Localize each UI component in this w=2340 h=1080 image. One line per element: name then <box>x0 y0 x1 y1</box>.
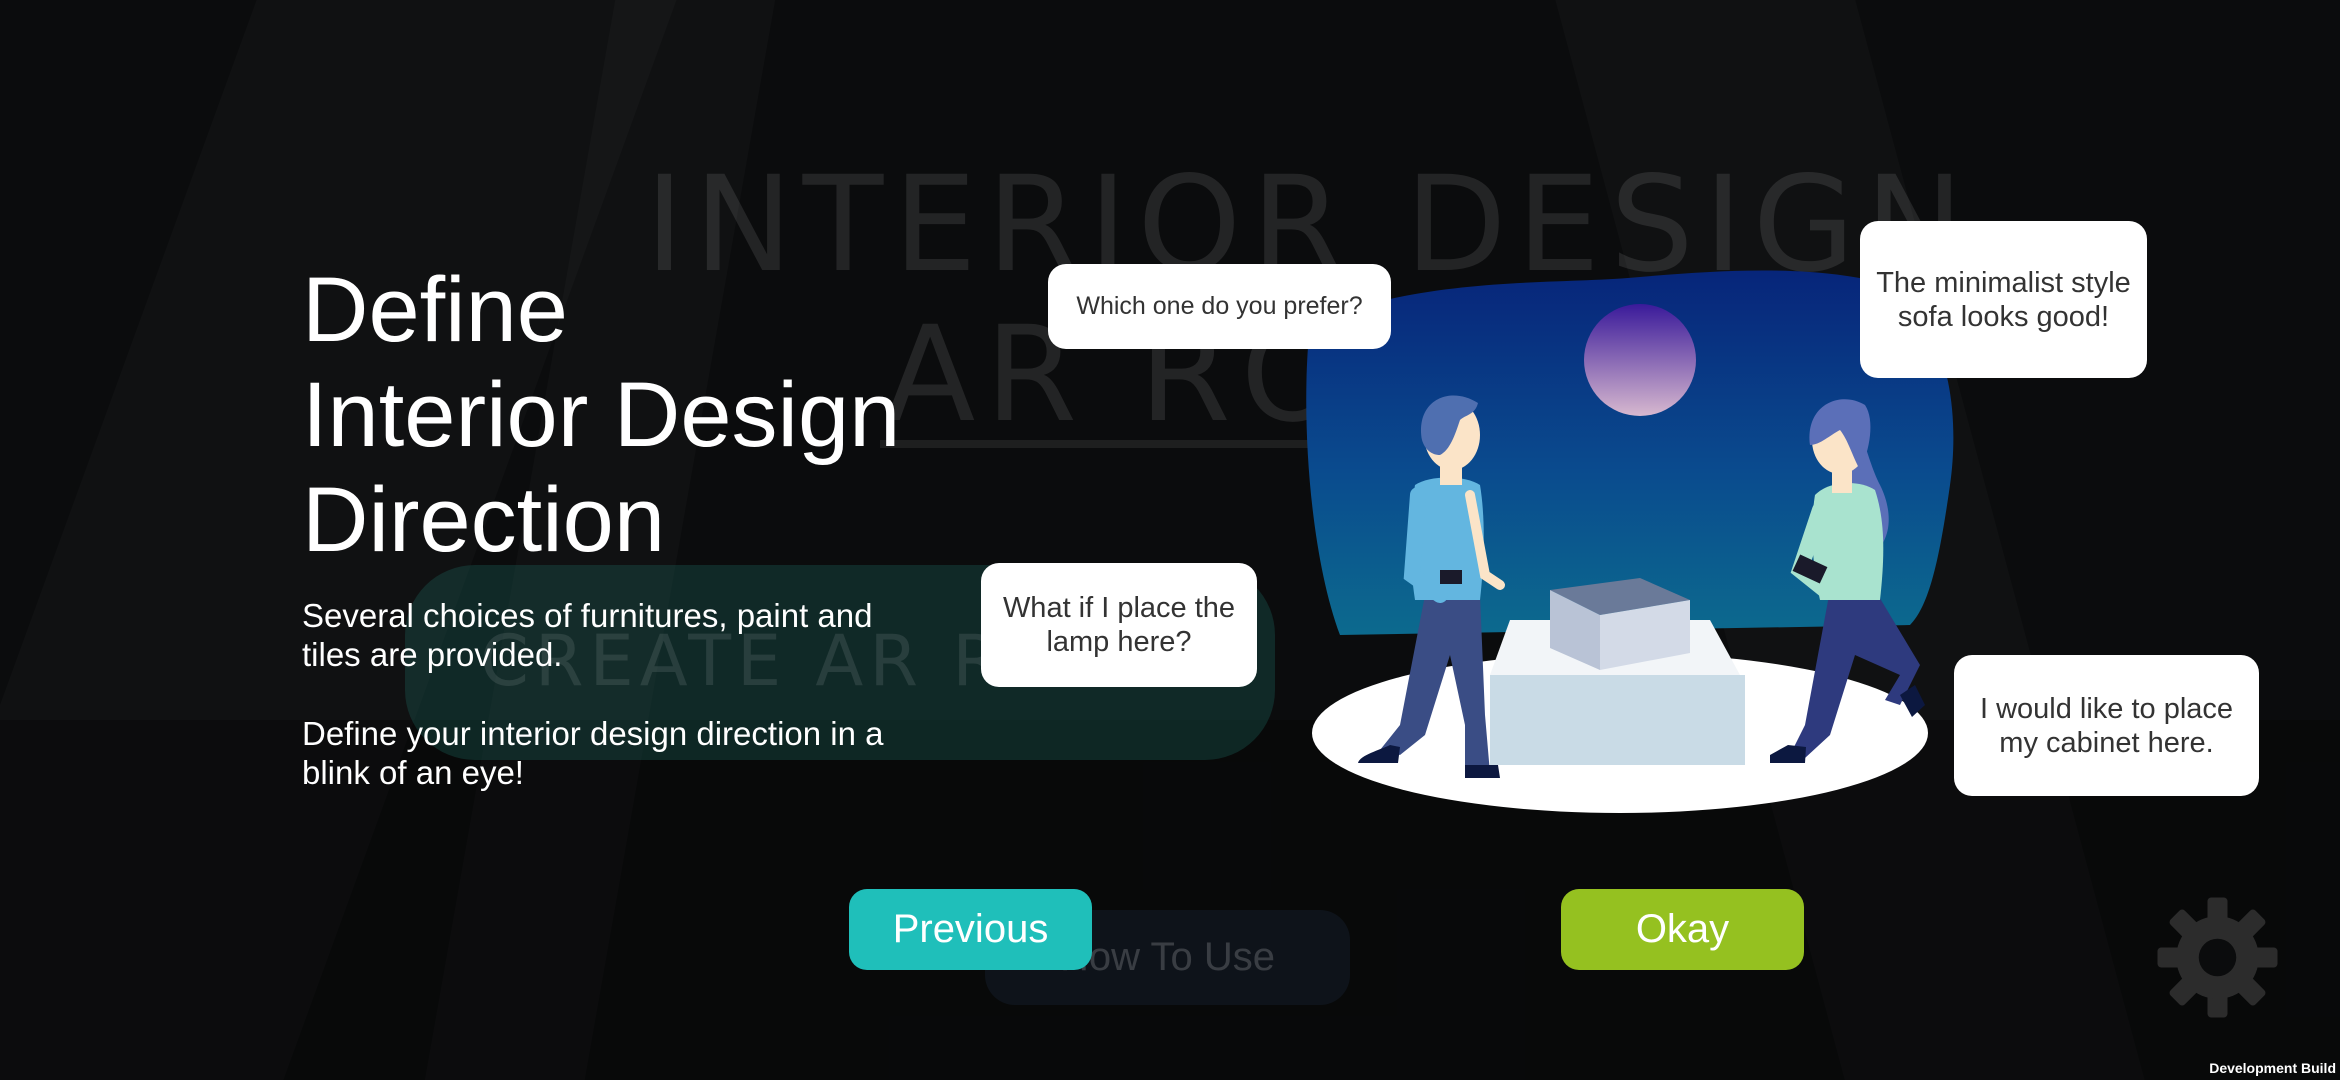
moon <box>1584 304 1696 416</box>
tutorial-heading-line1: Define <box>302 259 568 361</box>
tutorial-description-direction: Define your interior design direction in… <box>302 715 884 791</box>
speech-bubble-cabinet: I would like to place my cabinet here. <box>1954 655 2259 796</box>
gear-icon <box>2157 897 2278 1018</box>
tutorial-heading-line2: Interior Design <box>302 364 901 466</box>
tutorial-heading-line3: Direction <box>302 469 666 571</box>
okay-button[interactable]: Okay <box>1561 889 1804 970</box>
tutorial-description-choices: Several choices of furnitures, paint and… <box>302 597 873 673</box>
background-divider <box>880 440 1310 448</box>
previous-button[interactable]: Previous <box>849 889 1092 970</box>
speech-bubble-minimalist-sofa: The minimalist style sofa looks good! <box>1860 221 2147 378</box>
speech-bubble-prefer: Which one do you prefer? <box>1048 264 1391 349</box>
development-build-label: Development Build <box>2209 1060 2336 1076</box>
table-base <box>1490 675 1745 765</box>
tutorial-heading: Define Interior Design Direction <box>302 258 900 573</box>
speech-bubble-lamp: What if I place the lamp here? <box>981 563 1257 687</box>
